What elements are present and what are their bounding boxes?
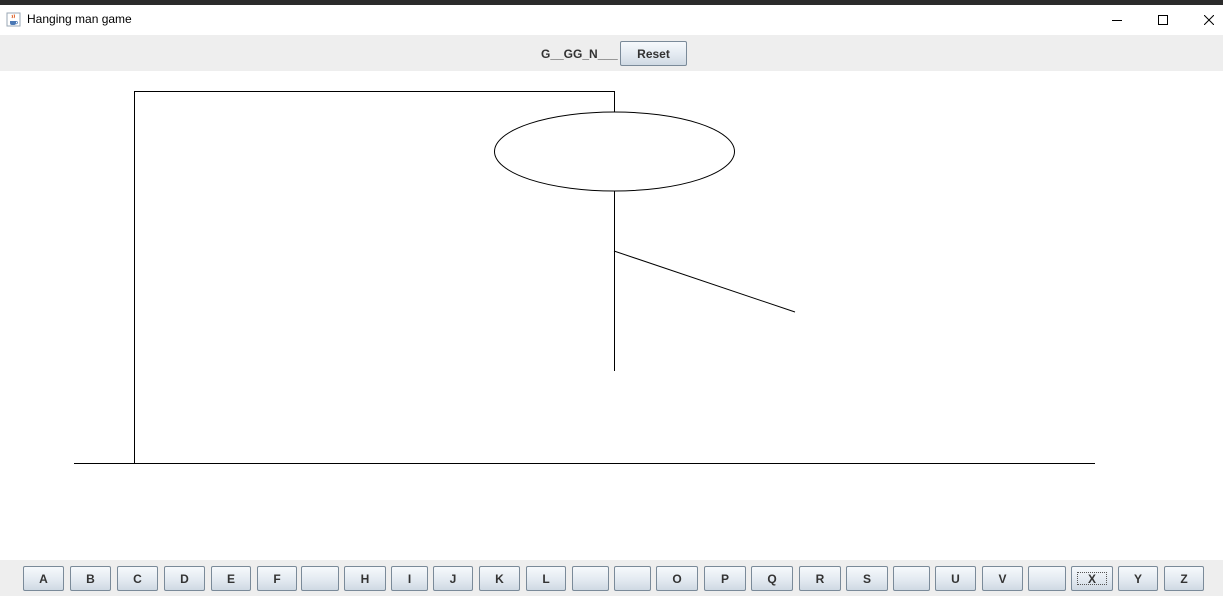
letter-button-z[interactable]: Z (1164, 566, 1204, 591)
maximize-button[interactable] (1140, 5, 1186, 35)
letter-button-blank[interactable] (893, 566, 930, 591)
letter-button-b[interactable]: B (70, 566, 111, 591)
letter-button-o[interactable]: O (656, 566, 698, 591)
letter-button-blank[interactable] (572, 566, 609, 591)
letter-button-i[interactable]: I (391, 566, 428, 591)
title-bar: Hanging man game (0, 5, 1223, 35)
letter-button-c[interactable]: C (117, 566, 158, 591)
java-cup-icon (6, 12, 21, 27)
letter-button-r[interactable]: R (799, 566, 841, 591)
letter-panel: A B C D E F H I J K L O P Q R S U V X Y … (0, 560, 1223, 596)
right-arm (613, 250, 796, 313)
window-title: Hanging man game (27, 12, 132, 26)
guessed-word: G__GG_N___ (541, 47, 618, 61)
letter-button-l[interactable]: L (526, 566, 566, 591)
letter-button-u[interactable]: U (935, 566, 976, 591)
letter-button-e[interactable]: E (211, 566, 251, 591)
letter-button-v[interactable]: V (982, 566, 1023, 591)
letter-button-y[interactable]: Y (1118, 566, 1158, 591)
letter-button-s[interactable]: S (846, 566, 888, 591)
minimize-button[interactable] (1094, 5, 1140, 35)
letter-button-a[interactable]: A (23, 566, 64, 591)
close-icon (1204, 15, 1214, 25)
maximize-icon (1158, 15, 1168, 25)
letter-button-blank[interactable] (301, 566, 339, 591)
reset-button[interactable]: Reset (620, 41, 687, 66)
letter-button-x[interactable]: X (1071, 566, 1113, 591)
letter-button-blank[interactable] (1028, 566, 1066, 591)
head (494, 111, 735, 192)
minimize-icon (1112, 20, 1122, 21)
drawing-canvas (0, 71, 1223, 560)
close-button[interactable] (1186, 5, 1223, 35)
letter-button-h[interactable]: H (344, 566, 386, 591)
letter-button-blank[interactable] (614, 566, 651, 591)
letter-button-k[interactable]: K (479, 566, 520, 591)
letter-button-f[interactable]: F (257, 566, 297, 591)
letter-button-j[interactable]: J (433, 566, 473, 591)
letter-button-q[interactable]: Q (751, 566, 793, 591)
letter-button-d[interactable]: D (164, 566, 205, 591)
letter-button-p[interactable]: P (704, 566, 746, 591)
top-panel: G__GG_N___ Reset (0, 35, 1223, 71)
